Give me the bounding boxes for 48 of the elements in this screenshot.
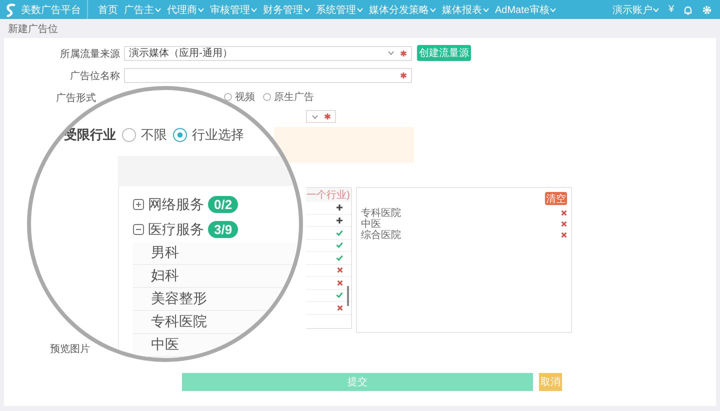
remove-icon — [561, 232, 567, 238]
nav-menu-item[interactable]: 首页 — [98, 2, 118, 16]
count-badge: 3/9 — [208, 221, 238, 238]
currency-link[interactable]: ¥ — [668, 4, 674, 15]
chosen-industry: 中医 — [361, 218, 381, 230]
nav-menu-item[interactable]: 媒体分发策略 — [369, 2, 436, 16]
submit-button[interactable]: 提交 — [182, 373, 533, 391]
select-field[interactable] — [306, 110, 336, 123]
settings-icon — [702, 4, 712, 14]
tree-item[interactable]: 网络服务 — [148, 196, 204, 214]
list-header-note: 一个行业) — [306, 188, 350, 202]
clear-button[interactable]: 清空 — [545, 192, 567, 205]
nav-menu-item[interactable]: 系统管理 — [316, 2, 363, 16]
nav-menu-item[interactable]: 媒体报表 — [442, 2, 489, 16]
account-menu[interactable]: 演示账户 — [612, 2, 660, 16]
cancel-button[interactable]: 取消 — [539, 373, 562, 391]
radio-option[interactable]: 行业选择 — [173, 126, 244, 144]
scrollbar-thumb[interactable] — [347, 286, 349, 306]
traffic-source-select[interactable]: 演示媒体（应用-通用） — [124, 46, 412, 60]
slot-name-input[interactable] — [124, 68, 412, 82]
caret-icon — [312, 114, 318, 118]
radio-option[interactable]: 原生广告 — [263, 90, 314, 104]
create-source-button[interactable]: 创建流量源 — [417, 45, 471, 61]
remove-icon — [561, 210, 567, 216]
chosen-industry: 综合医院 — [361, 228, 401, 242]
nav-menu-item[interactable]: 代理商 — [167, 2, 204, 16]
nav-menu-item[interactable]: 审核管理 — [210, 2, 257, 16]
field-label: 广告形式 — [56, 93, 96, 104]
nav-menu-item[interactable]: 广告主 — [124, 2, 161, 16]
caret-icon — [653, 8, 660, 12]
logo-icon — [4, 2, 18, 16]
nav-menu-item[interactable]: 财务管理 — [263, 2, 310, 16]
count-badge: 0/2 — [208, 196, 238, 213]
tree-item[interactable]: 男科 — [151, 244, 179, 262]
field-label: 广告位名称 — [70, 71, 120, 82]
radio-option[interactable]: 不限 — [122, 126, 167, 144]
nav-menu-item[interactable]: AdMate审核 — [495, 2, 556, 16]
remove-icon — [561, 220, 567, 226]
field-label: 所属流量来源 — [60, 49, 120, 60]
breadcrumb: 新建广告位 — [7, 22, 59, 37]
tree-item[interactable]: 医疗服务 — [148, 220, 204, 238]
bell-icon — [683, 4, 693, 14]
tree-item[interactable]: 妇科 — [151, 267, 179, 285]
field-label: 预览图片 — [50, 344, 90, 355]
chosen-industry: 专科医院 — [361, 206, 401, 218]
caret-icon — [388, 51, 394, 55]
logo-text: 美数广告平台 — [21, 4, 81, 16]
tree-item[interactable]: 中医 — [151, 336, 179, 354]
